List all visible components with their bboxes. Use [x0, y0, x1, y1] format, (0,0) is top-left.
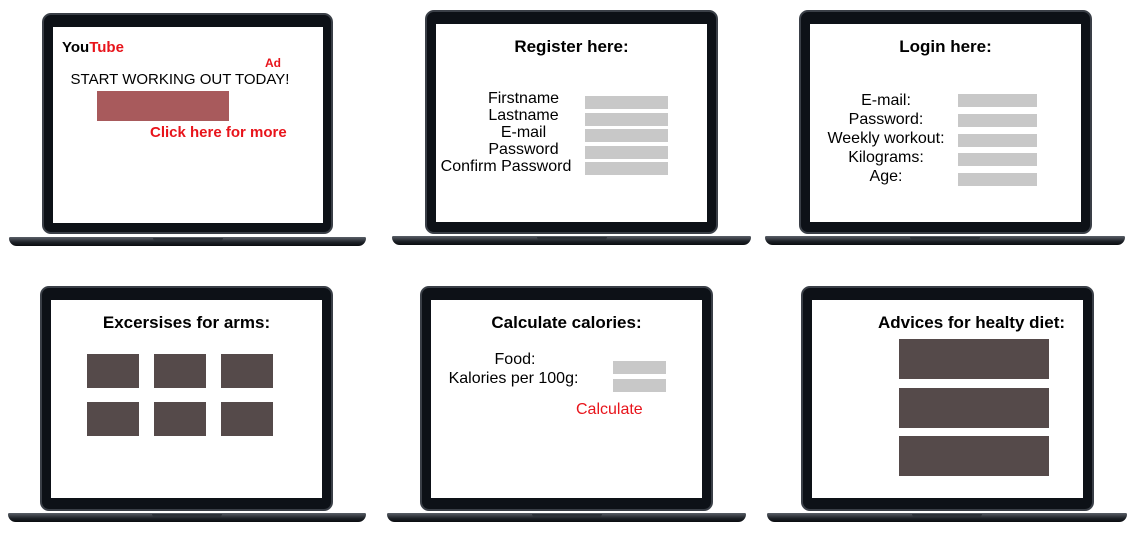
exercise-tile[interactable]: [87, 402, 139, 436]
diet-advice-card[interactable]: [899, 388, 1049, 428]
password-field[interactable]: [585, 146, 668, 159]
kalories-field[interactable]: [613, 379, 666, 392]
laptop-lid: Login here: E-mail: Password: Weekly wor…: [799, 10, 1092, 234]
email-field[interactable]: [958, 94, 1037, 107]
password-label: Password: [488, 141, 559, 158]
ad-banner[interactable]: [97, 91, 229, 121]
exercise-tile[interactable]: [154, 354, 206, 388]
page-title: Register here:: [514, 37, 629, 56]
laptop-base: [9, 237, 366, 246]
exercise-tile[interactable]: [221, 354, 273, 388]
email-field[interactable]: [585, 129, 668, 142]
kilograms-label: Kilograms:: [848, 149, 924, 166]
page-title: Login here:: [899, 37, 992, 56]
exercise-tile[interactable]: [87, 354, 139, 388]
laptop-base: [392, 236, 751, 245]
confirm-password-field[interactable]: [585, 162, 668, 175]
weekly-workout-label: Weekly workout:: [827, 130, 945, 147]
password-label: Password:: [848, 111, 924, 128]
laptop-base: [387, 513, 746, 522]
weekly-workout-field[interactable]: [958, 134, 1037, 147]
laptop-lid: Excersises for arms:: [40, 286, 333, 511]
page-title: Calculate calories:: [491, 313, 642, 332]
laptop-lid: Register here: Firstname Lastname E-mail…: [425, 10, 718, 234]
page-title: Excersises for arms:: [102, 313, 271, 332]
laptop-notch: [910, 237, 980, 240]
kilograms-field[interactable]: [958, 153, 1037, 166]
screen: Excersises for arms:: [51, 300, 322, 498]
laptop-lid: Advices for healty diet:: [801, 286, 1094, 511]
exercise-tile[interactable]: [221, 402, 273, 436]
diet-advice-card[interactable]: [899, 436, 1049, 476]
email-label: E-mail: [500, 124, 547, 141]
kalories-label: Kalories per 100g:: [448, 370, 579, 387]
calculate-button[interactable]: Calculate: [576, 401, 643, 419]
lastname-field[interactable]: [585, 113, 668, 126]
laptop-base: [767, 513, 1127, 522]
age-label: Age:: [869, 168, 903, 185]
laptop-lid: Calculate calories: Food: Kalories per 1…: [420, 286, 713, 511]
diet-advice-card[interactable]: [899, 339, 1049, 379]
laptop-notch: [912, 514, 982, 517]
ad-headline: START WORKING OUT TODAY!: [70, 71, 290, 88]
food-field[interactable]: [613, 361, 666, 374]
laptop-notch: [153, 238, 223, 241]
laptop-base: [8, 513, 366, 522]
password-field[interactable]: [958, 114, 1037, 127]
firstname-field[interactable]: [585, 96, 668, 109]
screen: YouTube Ad START WORKING OUT TODAY! Clic…: [53, 27, 323, 223]
laptop-lid: YouTube Ad START WORKING OUT TODAY! Clic…: [42, 13, 333, 234]
screen: Login here: E-mail: Password: Weekly wor…: [810, 24, 1081, 222]
age-field[interactable]: [958, 173, 1037, 186]
ad-badge: Ad: [265, 56, 281, 70]
firstname-label: Firstname: [487, 90, 560, 107]
click-here-link[interactable]: Click here for more: [150, 124, 287, 141]
laptop-notch: [152, 514, 222, 517]
screen: Calculate calories: Food: Kalories per 1…: [431, 300, 702, 498]
email-label: E-mail:: [861, 92, 911, 109]
exercise-tile[interactable]: [154, 402, 206, 436]
confirm-password-label: Confirm Password: [440, 158, 572, 175]
page-title: Advices for healty diet:: [877, 313, 1066, 332]
food-label: Food:: [494, 351, 536, 368]
youtube-logo[interactable]: YouTube: [62, 39, 124, 56]
laptop-notch: [537, 237, 607, 240]
laptop-base: [765, 236, 1125, 245]
lastname-label: Lastname: [488, 107, 559, 124]
screen: Advices for healty diet:: [812, 300, 1083, 498]
screen: Register here: Firstname Lastname E-mail…: [436, 24, 707, 222]
laptop-notch: [532, 514, 602, 517]
